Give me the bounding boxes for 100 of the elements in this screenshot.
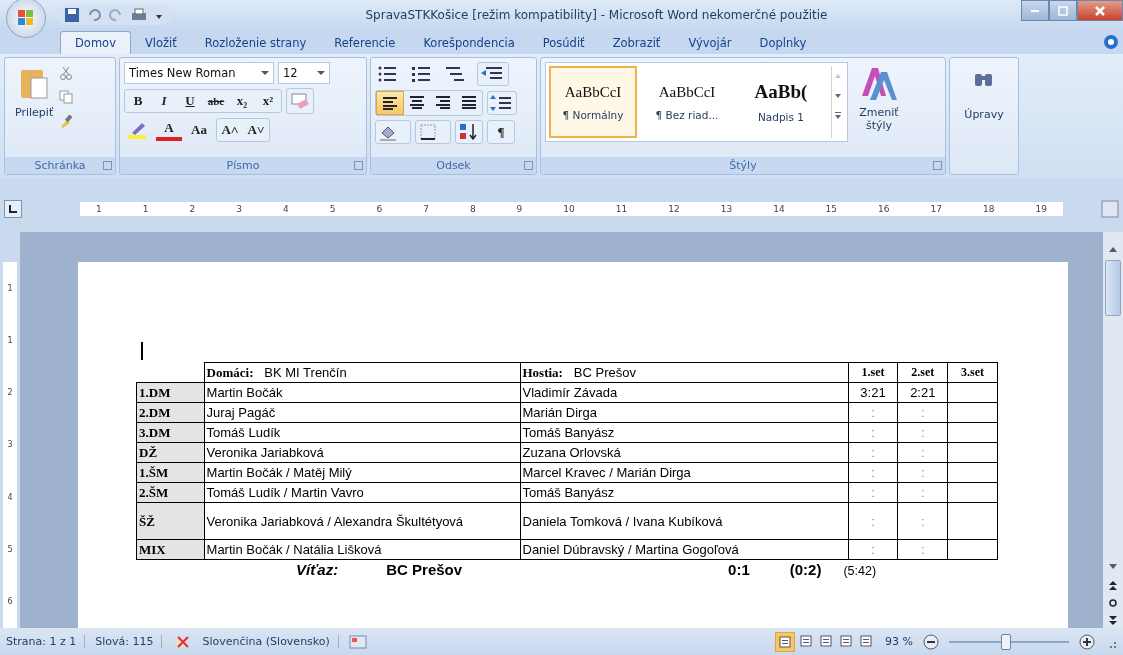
ruler-number: 9 (516, 204, 523, 214)
ruler-number: 5 (7, 545, 13, 555)
zoom-thumb[interactable] (1001, 633, 1012, 650)
ruler-number: 11 (615, 204, 628, 214)
font-name-field[interactable]: Times New Roman (124, 62, 274, 84)
ruler-number: 1 (7, 335, 13, 345)
table-cell: 3.DM (136, 422, 205, 443)
ruler-number: 4 (282, 204, 289, 214)
ribbon-tab[interactable]: Referencie (320, 32, 410, 54)
tab-selector[interactable] (4, 200, 22, 218)
table-header-cell: 1.set (848, 362, 898, 383)
ruler-number: 8 (469, 204, 476, 214)
editing-button[interactable]: Úpravy (949, 57, 1019, 175)
maximize-button[interactable] (1049, 0, 1077, 21)
ruler-number: 1 (96, 204, 102, 214)
table-cell: : (897, 442, 948, 463)
group-label: Odsek (436, 159, 471, 172)
ribbon-tab[interactable]: Vložiť (130, 32, 191, 54)
table-cell: Martin Bočák / Matěj Milý (204, 462, 520, 483)
align-icon (382, 96, 398, 110)
style-tile[interactable]: AaBbCcI ¶ Normálny (549, 66, 637, 138)
brush-icon[interactable] (59, 114, 74, 128)
table-cell: Marcel Kravec / Marián Dirga (520, 462, 849, 483)
ribbon-tab[interactable]: Zobraziť (598, 32, 675, 54)
print-icon[interactable] (130, 7, 148, 23)
indent-icon[interactable] (477, 62, 509, 86)
font-size-button[interactable]: A˅ (243, 119, 269, 141)
table-cell: Daniela Tomková / Ivana Kubíková (520, 502, 849, 540)
zoom-out-icon[interactable] (923, 633, 939, 650)
ruler-number: 6 (7, 597, 13, 607)
paste-button[interactable]: Prilepiť (9, 62, 60, 153)
zoom-in-icon[interactable] (1079, 633, 1095, 650)
format-button[interactable]: B (125, 90, 151, 112)
table-cell: : (848, 502, 898, 540)
ribbon-tab[interactable]: Korešpondencia (409, 32, 529, 54)
table-cell: Veronika Jariabková / Alexandra Škultétyová (204, 502, 520, 540)
table-cell: : (848, 539, 898, 560)
table-cell: : (897, 402, 948, 423)
sort-icon[interactable] (455, 120, 483, 144)
shading-icon[interactable] (375, 120, 411, 144)
font-color-button[interactable]: A (156, 119, 182, 141)
macro-icon[interactable] (348, 633, 367, 650)
scissors-icon[interactable] (59, 66, 74, 80)
table-cell: Marián Dirga (520, 402, 849, 423)
table-cell: DŽ (136, 442, 205, 463)
format-button[interactable]: x₂ (229, 90, 255, 112)
change-styles-button[interactable]: Zmeniť štýly (848, 62, 910, 153)
ruler-number: 15 (825, 204, 838, 214)
format-button[interactable]: x² (255, 90, 281, 112)
ribbon-tab[interactable]: Posúdiť (528, 32, 599, 54)
ruler-number: 3 (7, 440, 13, 450)
scroll-thumb[interactable] (1105, 260, 1121, 316)
close-button[interactable] (1077, 0, 1123, 21)
format-button[interactable]: I (151, 90, 177, 112)
table-header-cell: 3.set (947, 362, 998, 383)
group-label: Štýly (729, 159, 757, 172)
table-cell: : (848, 482, 898, 503)
minimize-icon (1031, 9, 1039, 12)
window-title: SpravaSTKKošice [režim kompatibility] - Microsoft Word nekomerčné použitie (364, 8, 829, 22)
borders-icon[interactable] (415, 120, 451, 144)
winner-team: BC Prešov (386, 561, 463, 578)
ruler-number: 10 (563, 204, 575, 214)
style-tile[interactable]: AaBbCcI ¶ Bez riad... (643, 66, 731, 138)
change-case-button[interactable]: Aa (186, 119, 212, 141)
table-cell: Vladimír Závada (520, 382, 849, 403)
format-button[interactable]: U (177, 90, 203, 112)
table-header-cell: 2.set (897, 362, 948, 383)
group-label: Schránka (34, 159, 86, 172)
align-button[interactable] (376, 91, 404, 115)
style-tile[interactable]: AaBb( Nadpis 1 (737, 66, 825, 138)
ruler-number: 4 (7, 492, 13, 502)
ribbon-tab[interactable]: Doplnky (745, 32, 821, 54)
word-count[interactable]: Slová: 115 (95, 635, 163, 648)
group-label: Písmo (226, 159, 260, 172)
text-cursor (141, 342, 143, 360)
format-button[interactable]: abc (203, 90, 229, 112)
close-icon (1094, 4, 1106, 17)
table-cell: 1.DM (136, 382, 205, 403)
table-cell: Veronika Jariabková (204, 442, 520, 463)
save-icon[interactable] (64, 7, 80, 23)
table-header-cell: Hostia: BC Prešov (520, 362, 849, 383)
page-count[interactable]: Strana: 1 z 1 (6, 635, 86, 648)
view-button[interactable] (775, 631, 796, 652)
ruler-number: 19 (1035, 204, 1047, 214)
show-marks-button[interactable]: ¶ (487, 120, 515, 144)
ribbon-tab[interactable]: Vývojár (674, 32, 746, 54)
language-status[interactable]: Slovenčina (Slovensko) (202, 635, 339, 648)
align-icon (435, 95, 451, 109)
minimize-button[interactable] (1021, 0, 1049, 21)
table-cell: 2.DM (136, 402, 205, 423)
office-button[interactable] (6, 0, 46, 38)
align-icon (409, 95, 425, 109)
ruler-number: 2 (189, 204, 196, 214)
font-size-button[interactable]: A˄ (217, 119, 243, 141)
ribbon-tab[interactable]: Domov (60, 31, 131, 54)
zoom-level[interactable]: 93 % (885, 635, 913, 648)
line-spacing-icon[interactable] (487, 91, 517, 115)
ribbon-tab[interactable]: Rozloženie strany (190, 32, 321, 54)
help-icon[interactable] (1103, 34, 1119, 50)
font-size-field[interactable]: 12 (278, 62, 330, 84)
